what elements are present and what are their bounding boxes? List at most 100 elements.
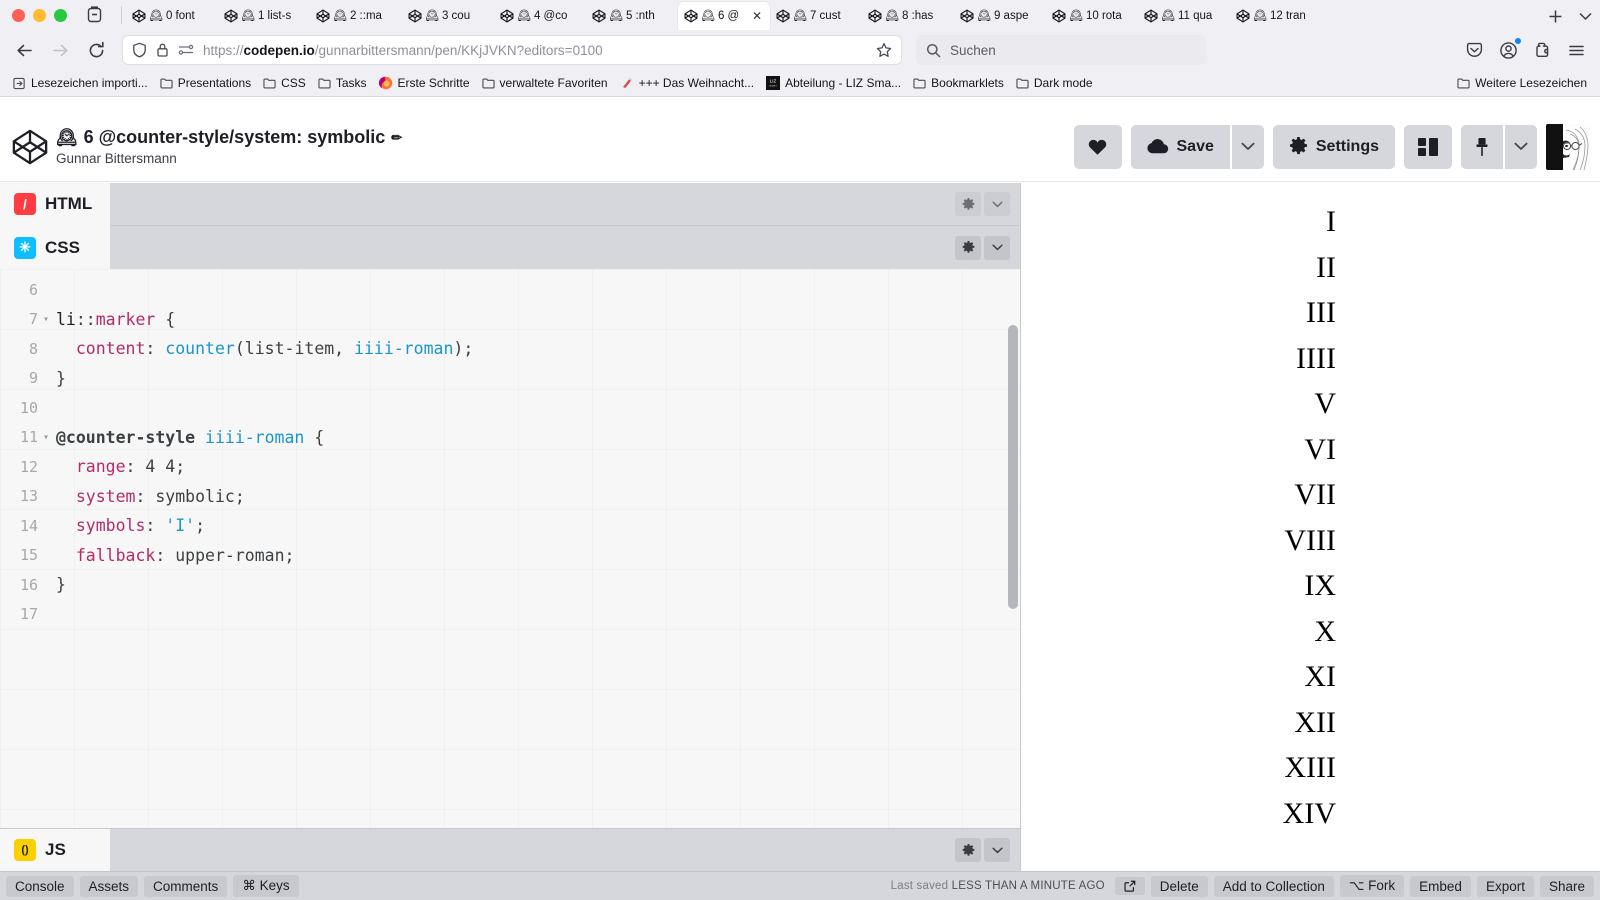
code-line[interactable]: 14 symbols: 'I'; — [0, 511, 1020, 541]
bookmark-item[interactable]: Dark mode — [1011, 73, 1098, 93]
code-line[interactable]: 17 — [0, 600, 1020, 630]
site-permissions-icon[interactable] — [178, 43, 194, 57]
bookmark-item[interactable]: Presentations — [155, 73, 256, 93]
footer-button[interactable]: Comments — [144, 875, 228, 897]
html-pane-settings-button[interactable] — [955, 192, 981, 216]
avatar[interactable] — [1546, 123, 1592, 170]
save-dropdown-button[interactable] — [1231, 124, 1264, 169]
tab-css[interactable]: ✳ CSS — [0, 226, 110, 269]
footer-button[interactable]: ⌥ Fork — [1339, 875, 1405, 897]
extensions-icon[interactable] — [1526, 35, 1558, 65]
pencil-icon[interactable]: ✏ — [391, 130, 402, 146]
css-code-editor[interactable]: 6 7 ▾ li::marker {8 content: counter(list-i… — [0, 269, 1020, 828]
bookmark-item[interactable]: CSS — [258, 73, 311, 93]
footer-button[interactable]: Embed — [1410, 875, 1471, 897]
browser-tab[interactable]: 🕰 11 qua — [1138, 2, 1230, 30]
forward-arrow-icon[interactable] — [44, 35, 76, 65]
html-pane-collapse-button[interactable] — [984, 192, 1010, 216]
code-line[interactable]: 12 range: 4 4; — [0, 452, 1020, 482]
bookmark-item[interactable]: Tasks — [313, 73, 372, 93]
account-icon[interactable] — [1492, 35, 1524, 65]
open-external-button[interactable] — [1114, 877, 1145, 895]
footer-button[interactable]: Add to Collection — [1213, 875, 1334, 897]
browser-tab[interactable]: 🕰 12 tran — [1230, 2, 1322, 30]
app-menu-icon[interactable] — [1560, 35, 1592, 65]
tab-fade — [1120, 2, 1138, 30]
search-input[interactable]: Suchen — [950, 43, 996, 58]
preview-pane[interactable]: I II III IIII V VI VII VIII IX X XI XII XIII XIV — [1020, 183, 1600, 871]
back-arrow-icon[interactable] — [8, 35, 40, 65]
browser-tab[interactable]: 🕰 5 :nth — [586, 2, 678, 30]
shield-icon[interactable] — [132, 42, 147, 58]
footer-button[interactable]: Share — [1539, 875, 1594, 897]
save-to-pocket-icon[interactable] — [1458, 35, 1490, 65]
browser-tab[interactable]: 🕰 3 cou — [402, 2, 494, 30]
list-item: VII — [1294, 478, 1336, 511]
browser-tab[interactable]: 🕰 2 ::ma — [310, 2, 402, 30]
bookmark-item[interactable]: Lesezeichen importi... — [8, 73, 153, 93]
codepen-logo-icon[interactable] — [10, 127, 50, 167]
list-all-tabs-button[interactable] — [1570, 2, 1600, 30]
code-line[interactable]: 6 — [0, 275, 1020, 305]
star-icon[interactable] — [876, 42, 892, 58]
browser-tab[interactable]: 🕰 1 list-s — [218, 2, 310, 30]
code-line[interactable]: 9} — [0, 364, 1020, 394]
bookmark-item[interactable]: Bookmarklets — [908, 73, 1009, 93]
clock-emoji-icon: 🕰 — [793, 9, 807, 22]
tab-js[interactable]: () JS — [0, 828, 110, 872]
bookmark-item[interactable]: LIZ SMART Abteilung - LIZ Sma... — [761, 73, 906, 93]
fold-arrow-icon[interactable]: ▾ — [38, 432, 54, 443]
pin-dropdown-button[interactable] — [1505, 124, 1537, 169]
browser-tab[interactable]: 🕰 9 aspe — [954, 2, 1046, 30]
code-line[interactable]: 11 ▾ @counter-style iiii-roman { — [0, 423, 1020, 453]
minimize-window-button[interactable] — [33, 8, 46, 22]
pin-button[interactable] — [1461, 124, 1503, 169]
tab-list-icon[interactable] — [77, 0, 111, 30]
browser-tab[interactable]: 🕰 10 rota — [1046, 2, 1138, 30]
layout-button[interactable] — [1404, 124, 1452, 169]
url-text[interactable]: https://codepen.io/gunnarbittersmann/pen… — [203, 43, 867, 58]
browser-tab-active[interactable]: 🕰 6 @ ✕ — [678, 2, 770, 30]
footer-button[interactable]: Console — [6, 875, 74, 897]
footer-button[interactable]: Delete — [1150, 875, 1208, 897]
code-token: : — [145, 516, 166, 536]
code-line[interactable]: 15 fallback: upper-roman; — [0, 541, 1020, 571]
love-button[interactable] — [1073, 124, 1122, 169]
close-window-button[interactable] — [12, 8, 25, 22]
browser-tab[interactable]: 🕰 7 cust — [770, 2, 862, 30]
bookmark-item[interactable]: +++ Das Weihnacht... — [615, 73, 760, 93]
css-pane-settings-button[interactable] — [955, 235, 981, 260]
pen-author[interactable]: Gunnar Bittersmann — [56, 151, 402, 166]
close-icon[interactable]: ✕ — [752, 10, 764, 22]
zoom-window-button[interactable] — [54, 8, 67, 22]
browser-tab[interactable]: 🕰 8 :has — [862, 2, 954, 30]
code-token: : — [145, 339, 166, 359]
footer-button[interactable]: ⌘ Keys — [233, 875, 299, 897]
code-line[interactable]: 10 — [0, 393, 1020, 423]
reload-icon[interactable] — [80, 35, 112, 65]
bookmark-item[interactable]: verwaltete Favoriten — [477, 73, 613, 93]
js-pane-collapse-button[interactable] — [984, 838, 1010, 862]
bookmarks-overflow-item[interactable]: Weitere Lesezeichen — [1452, 73, 1592, 93]
lock-icon[interactable] — [156, 42, 169, 58]
tab-container: 🕰 0 font 🕰 1 list-s 🕰 2 ::ma 🕰 3 cou 🕰 4 @co 🕰 5 :n… — [126, 0, 1540, 30]
code-line[interactable]: 8 content: counter(list-item, iiii-roman… — [0, 334, 1020, 364]
code-line[interactable]: 13 system: symbolic; — [0, 482, 1020, 512]
footer-button[interactable]: Export — [1476, 875, 1534, 897]
tab-html[interactable]: / HTML — [0, 182, 111, 226]
code-line[interactable]: 16} — [0, 570, 1020, 600]
browser-tab[interactable]: 🕰 4 @co — [494, 2, 586, 30]
address-bar[interactable]: https://codepen.io/gunnarbittersmann/pen… — [122, 35, 902, 65]
editor-scrollbar[interactable] — [1008, 325, 1018, 609]
search-bar[interactable]: Suchen — [916, 35, 1206, 65]
fold-arrow-icon[interactable]: ▾ — [38, 314, 54, 325]
save-button[interactable]: Save — [1130, 124, 1230, 169]
new-tab-button[interactable] — [1540, 2, 1570, 30]
browser-tab[interactable]: 🕰 0 font — [126, 2, 218, 30]
footer-button[interactable]: Assets — [79, 875, 139, 897]
bookmark-item[interactable]: Erste Schritte — [374, 73, 475, 93]
css-pane-collapse-button[interactable] — [984, 235, 1010, 260]
code-line[interactable]: 7 ▾ li::marker { — [0, 305, 1020, 335]
js-pane-settings-button[interactable] — [955, 838, 981, 862]
settings-button[interactable]: Settings — [1272, 124, 1395, 169]
